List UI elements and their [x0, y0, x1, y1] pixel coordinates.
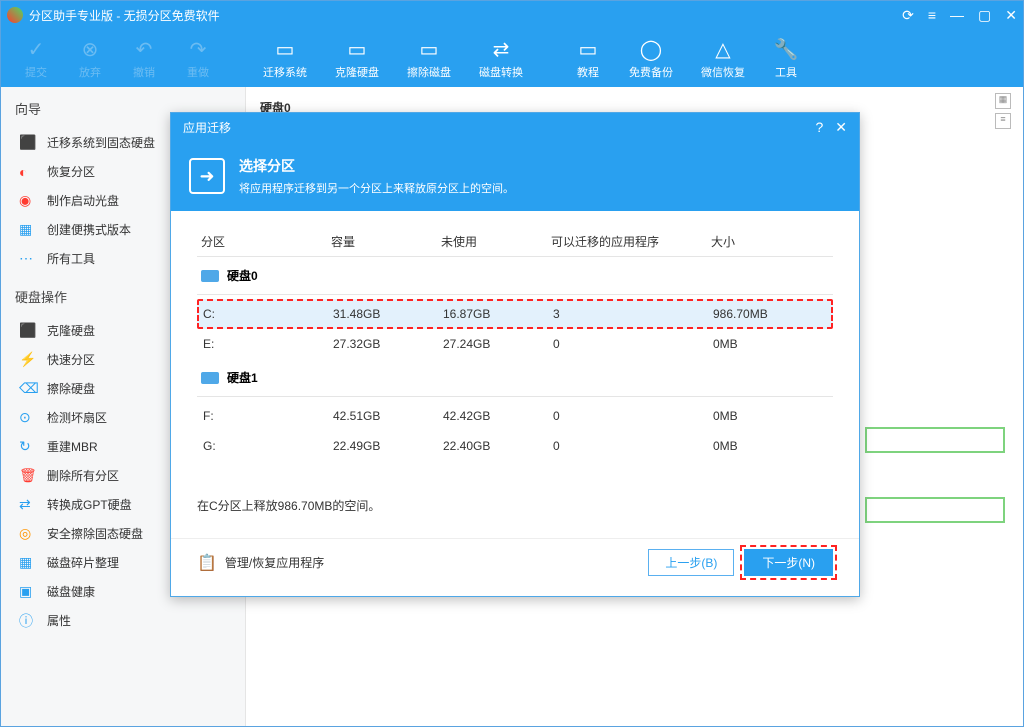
- list-view-icon[interactable]: ≡: [995, 113, 1011, 129]
- partition-row[interactable]: F:42.51GB42.42GB00MB: [197, 401, 833, 431]
- partition-row[interactable]: G:22.49GB22.40GB00MB: [197, 431, 833, 461]
- grid-view-icon[interactable]: ▦: [995, 93, 1011, 109]
- sidebar-item-label: 制作启动光盘: [47, 192, 119, 209]
- app-title: 分区助手专业版 - 无损分区免费软件: [29, 7, 902, 24]
- manage-apps-link[interactable]: 📋 管理/恢复应用程序: [197, 553, 324, 573]
- sidebar-item-label: 重建MBR: [47, 438, 98, 455]
- migrate-button[interactable]: ▭迁移系统: [251, 32, 319, 84]
- disk1-head: 硬盘1: [197, 359, 833, 392]
- wechat-button[interactable]: △微信恢复: [689, 32, 757, 84]
- wizard-icon: ▦: [19, 223, 37, 237]
- app-migration-dialog: 应用迁移 ? ✕ ➜ 选择分区 将应用程序迁移到另一个分区上来释放原分区上的空间…: [170, 112, 860, 597]
- dialog-title-text: 应用迁移: [183, 119, 803, 136]
- app-logo-icon: [7, 7, 23, 23]
- backup-button[interactable]: ◯免费备份: [617, 32, 685, 84]
- sidebar-item-label: 擦除硬盘: [47, 380, 95, 397]
- diskop-icon: ↻: [19, 440, 37, 454]
- disk0-head: 硬盘0: [197, 257, 833, 290]
- sidebar-item-label: 所有工具: [47, 250, 95, 267]
- tools-button[interactable]: 🔧工具: [761, 32, 811, 84]
- partition-row[interactable]: C:31.48GB16.87GB3986.70MB: [197, 299, 833, 329]
- sidebar-item-label: 快速分区: [47, 351, 95, 368]
- main-toolbar: ✓提交 ⊗放弃 ↶撤销 ↷重做 ▭迁移系统 ▭克隆硬盘 ▭擦除磁盘 ⇄磁盘转换 …: [1, 29, 1023, 87]
- sidebar-item-label: 迁移系统到固态硬盘: [47, 134, 155, 151]
- diskop-icon: ▣: [19, 585, 37, 599]
- sidebar-item-label: 转换成GPT硬盘: [47, 496, 132, 513]
- diskop-icon: ◎: [19, 527, 37, 541]
- minimize-icon[interactable]: —: [950, 7, 964, 24]
- abandon-button[interactable]: ⊗放弃: [65, 32, 115, 84]
- sidebar-item-label: 创建便携式版本: [47, 221, 131, 238]
- sidebar-item-label: 属性: [47, 612, 71, 629]
- dialog-close-icon[interactable]: ✕: [835, 119, 847, 136]
- convert-button[interactable]: ⇄磁盘转换: [467, 32, 535, 84]
- sidebar-item-label: 克隆硬盘: [47, 322, 95, 339]
- table-header: 分区 容量 未使用 可以迁移的应用程序 大小: [197, 227, 833, 257]
- manage-icon: 📋: [197, 553, 217, 573]
- sidebar-item-label: 删除所有分区: [47, 467, 119, 484]
- diskop-icon: ⌫: [19, 382, 37, 396]
- back-button[interactable]: 上一步(B): [648, 549, 734, 576]
- wizard-icon: ⬛: [19, 136, 37, 150]
- diskop-icon: ⬛: [19, 324, 37, 338]
- drive-arrow-icon: ▭: [272, 36, 298, 62]
- convert-icon: ⇄: [488, 36, 514, 62]
- clone-button[interactable]: ▭克隆硬盘: [323, 32, 391, 84]
- diskop-icon: ⚡: [19, 353, 37, 367]
- disk-bar-1: [865, 497, 1005, 523]
- wizard-icon: ⋯: [19, 252, 37, 266]
- sidebar-item-label: 安全擦除固态硬盘: [47, 525, 143, 542]
- wizard-icon: ◉: [19, 194, 37, 208]
- diskop-icon: 🗑: [19, 469, 37, 483]
- sidebar-item-label: 恢复分区: [47, 163, 95, 180]
- submit-button[interactable]: ✓提交: [11, 32, 61, 84]
- banner-title: 选择分区: [239, 156, 514, 176]
- dialog-titlebar: 应用迁移 ? ✕: [171, 113, 859, 141]
- sidebar-item-label: 磁盘健康: [47, 583, 95, 600]
- col-apps: 可以迁移的应用程序: [551, 233, 711, 250]
- backup-icon: ◯: [638, 36, 664, 62]
- diskop-icon: ▦: [19, 556, 37, 570]
- diskop-item[interactable]: ⓘ 属性: [15, 606, 231, 635]
- drives-icon: ▭: [344, 36, 370, 62]
- tutorial-button[interactable]: ▭教程: [563, 32, 613, 84]
- folder-arrow-icon: ➜: [189, 158, 225, 194]
- col-partition: 分区: [201, 233, 331, 250]
- maximize-icon[interactable]: ▢: [978, 7, 991, 24]
- wizard-icon: ◐: [19, 165, 37, 179]
- next-button[interactable]: 下一步(N): [744, 549, 833, 576]
- disk-bar-0: [865, 427, 1005, 453]
- diskop-icon: ⇄: [19, 498, 37, 512]
- redo-icon: ↷: [185, 36, 211, 62]
- undo-icon: ↶: [131, 36, 157, 62]
- check-icon: ✓: [23, 36, 49, 62]
- disk-icon: [201, 372, 219, 384]
- wrench-icon: 🔧: [773, 36, 799, 62]
- diskop-icon: ⓘ: [19, 614, 37, 628]
- col-capacity: 容量: [331, 233, 441, 250]
- diskop-icon: ⊙: [19, 411, 37, 425]
- cancel-icon: ⊗: [77, 36, 103, 62]
- wechat-icon: △: [710, 36, 736, 62]
- sidebar-item-label: 检测坏扇区: [47, 409, 107, 426]
- col-size: 大小: [711, 233, 811, 250]
- refresh-icon[interactable]: ⟳: [902, 7, 914, 24]
- release-text: 在C分区上释放986.70MB的空间。: [197, 461, 833, 528]
- dialog-banner: ➜ 选择分区 将应用程序迁移到另一个分区上来释放原分区上的空间。: [171, 141, 859, 211]
- dialog-help-icon[interactable]: ?: [815, 119, 823, 135]
- partition-row[interactable]: E:27.32GB27.24GB00MB: [197, 329, 833, 359]
- redo-button[interactable]: ↷重做: [173, 32, 223, 84]
- undo-button[interactable]: ↶撤销: [119, 32, 169, 84]
- erase-button[interactable]: ▭擦除磁盘: [395, 32, 463, 84]
- close-icon[interactable]: ✕: [1005, 7, 1017, 24]
- col-unused: 未使用: [441, 233, 551, 250]
- banner-subtitle: 将应用程序迁移到另一个分区上来释放原分区上的空间。: [239, 180, 514, 196]
- sidebar-item-label: 磁盘碎片整理: [47, 554, 119, 571]
- book-icon: ▭: [575, 36, 601, 62]
- disk-icon: [201, 270, 219, 282]
- erase-icon: ▭: [416, 36, 442, 62]
- title-bar: 分区助手专业版 - 无损分区免费软件 ⟳ ≡ — ▢ ✕: [1, 1, 1023, 29]
- menu-icon[interactable]: ≡: [928, 7, 936, 24]
